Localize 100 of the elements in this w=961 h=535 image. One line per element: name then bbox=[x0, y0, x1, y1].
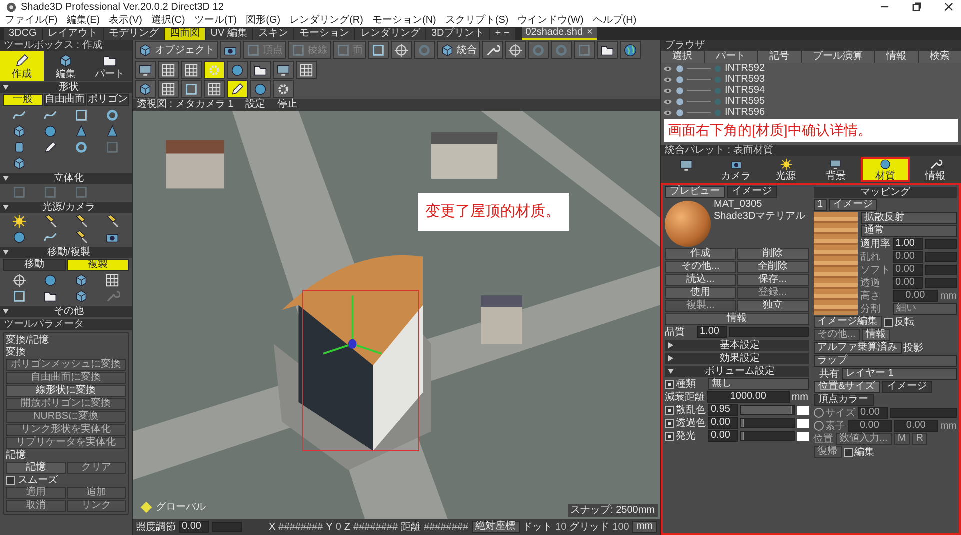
cube-icon[interactable] bbox=[74, 273, 89, 288]
info-button[interactable]: 情報 bbox=[665, 313, 808, 325]
toolbar-button[interactable] bbox=[135, 61, 156, 79]
sphere-icon[interactable] bbox=[12, 230, 27, 245]
cube-icon[interactable] bbox=[74, 289, 89, 304]
toolbar-button[interactable] bbox=[250, 61, 271, 79]
material-button[interactable]: 保存... bbox=[737, 274, 808, 286]
mode-tab[interactable]: モーション bbox=[294, 28, 354, 40]
sub-tab[interactable]: 自由曲面 bbox=[44, 94, 86, 106]
material-button[interactable]: 削除 bbox=[737, 248, 808, 260]
info-button[interactable]: 情報 bbox=[862, 329, 890, 341]
viewport-menu[interactable]: 透視図 : メタカメラ 1 bbox=[137, 99, 234, 111]
material-button[interactable]: その他... bbox=[665, 261, 736, 273]
value-field[interactable]: 0.00 bbox=[848, 420, 892, 432]
position-button[interactable]: 数値入力... bbox=[836, 433, 892, 445]
browser-item[interactable]: INTR594 bbox=[725, 85, 766, 96]
toolbar-button[interactable] bbox=[181, 80, 202, 98]
toolbar-button[interactable]: オブジェクト bbox=[135, 41, 218, 59]
cone-icon[interactable] bbox=[105, 124, 120, 139]
layer-dropdown[interactable]: 1 bbox=[814, 199, 828, 211]
checkbox[interactable] bbox=[884, 318, 892, 326]
restore-icon[interactable] bbox=[911, 1, 923, 13]
ring-icon[interactable] bbox=[74, 140, 89, 155]
toolbar-button[interactable] bbox=[296, 61, 317, 79]
mapping-tab[interactable]: 頂点カラー bbox=[814, 394, 874, 406]
browser-column-button[interactable]: ブール演算 bbox=[802, 51, 874, 63]
lamp-icon[interactable] bbox=[105, 214, 120, 229]
slider-track[interactable] bbox=[890, 408, 957, 418]
color-swatch[interactable] bbox=[796, 406, 808, 414]
toolbox-tab[interactable]: 編集 bbox=[44, 51, 88, 81]
section-header[interactable]: 立体化 bbox=[0, 173, 132, 184]
layer-type-dropdown[interactable]: イメージ bbox=[829, 199, 878, 211]
mode-tab[interactable]: スキン bbox=[253, 28, 294, 40]
toolbar-button[interactable] bbox=[227, 80, 248, 98]
quality-field[interactable]: 1.00 bbox=[697, 326, 727, 338]
square-icon[interactable] bbox=[74, 108, 89, 123]
section-header[interactable]: その他 bbox=[0, 306, 132, 317]
menu-item[interactable]: ファイル(F) bbox=[5, 15, 58, 26]
viewport-menu[interactable]: 停止 bbox=[278, 99, 298, 111]
projection-dropdown[interactable]: ラップ bbox=[814, 355, 957, 367]
ring-icon[interactable] bbox=[105, 108, 120, 123]
sun-icon[interactable] bbox=[12, 214, 27, 229]
menu-item[interactable]: 図形(G) bbox=[246, 15, 281, 26]
browser-item[interactable]: INTR592 bbox=[725, 63, 766, 74]
material-button[interactable]: 作成 bbox=[665, 248, 736, 260]
status-field[interactable]: 0.00 bbox=[179, 521, 209, 533]
browser-column-button[interactable]: パート bbox=[704, 51, 757, 63]
lamp-icon[interactable] bbox=[43, 214, 58, 229]
toolbar-button[interactable] bbox=[273, 80, 294, 98]
target-icon[interactable] bbox=[12, 273, 27, 288]
sphere-icon[interactable] bbox=[43, 273, 58, 288]
mode-tab[interactable]: レンダリング bbox=[355, 28, 426, 40]
value-field[interactable]: 1.00 bbox=[892, 238, 922, 250]
menu-item[interactable]: 表示(V) bbox=[109, 15, 142, 26]
position-button[interactable]: M bbox=[894, 433, 910, 445]
value-field[interactable]: 0.95 bbox=[708, 404, 738, 416]
menu-item[interactable]: 選択(C) bbox=[151, 15, 186, 26]
mode-tab[interactable]: 3Dプリント bbox=[426, 28, 490, 40]
mode-tab[interactable]: 3DCG bbox=[4, 28, 42, 40]
mapping-tab[interactable]: 位置&サイズ bbox=[814, 381, 880, 393]
toolbar-button[interactable] bbox=[158, 61, 179, 79]
menu-item[interactable]: スクリプト(S) bbox=[445, 15, 509, 26]
mode-tab[interactable]: 四面図 bbox=[164, 28, 205, 40]
material-button[interactable]: 全削除 bbox=[737, 261, 808, 273]
material-button[interactable]: 独立 bbox=[737, 300, 808, 312]
section-header[interactable]: 形状 bbox=[0, 82, 132, 93]
preview-tab[interactable]: イメージ bbox=[727, 186, 777, 198]
checkbox[interactable] bbox=[665, 432, 674, 440]
toolbar-button[interactable] bbox=[620, 41, 641, 59]
checkbox[interactable] bbox=[665, 380, 674, 388]
alpha-dropdown[interactable]: アルファ乗算済み bbox=[814, 342, 902, 354]
sub-tab[interactable]: 複製 bbox=[66, 259, 129, 271]
browser-column-button[interactable]: 記号 bbox=[758, 51, 800, 63]
image-edit-button[interactable]: イメージ編集 bbox=[814, 316, 882, 328]
toolbar-button[interactable] bbox=[368, 41, 389, 59]
toolbar-button[interactable] bbox=[181, 61, 202, 79]
toolbox-tab[interactable]: 作成 bbox=[0, 51, 44, 81]
lamp-icon[interactable] bbox=[74, 230, 89, 245]
mode-tab[interactable]: UV 編集 bbox=[206, 28, 252, 40]
menu-item[interactable]: レンダリング(R) bbox=[290, 15, 364, 26]
section-header[interactable]: ボリューム設定 bbox=[665, 366, 808, 377]
slider-track[interactable] bbox=[212, 522, 242, 532]
value-field[interactable]: 0.00 bbox=[858, 407, 888, 419]
unit-dropdown[interactable]: mm bbox=[632, 521, 657, 533]
checkbox[interactable] bbox=[665, 418, 674, 428]
toolbar-button[interactable] bbox=[204, 80, 225, 98]
memory-button[interactable]: 記憶 bbox=[6, 462, 66, 474]
mapping-tab[interactable]: イメージ bbox=[882, 381, 932, 393]
cube-icon[interactable] bbox=[12, 124, 27, 139]
cube-icon[interactable] bbox=[12, 156, 27, 171]
preview-tab[interactable]: プレビュー bbox=[665, 186, 725, 198]
add-remove-tab-button[interactable]: + − bbox=[490, 28, 515, 40]
toolbox-tab[interactable]: パート bbox=[88, 51, 132, 81]
value-field[interactable]: 0.00 bbox=[708, 417, 738, 429]
value-field[interactable]: 0.00 bbox=[894, 420, 938, 432]
sub-tab[interactable]: ポリゴン bbox=[87, 94, 129, 106]
radio-button[interactable] bbox=[814, 421, 824, 431]
browser-item[interactable]: INTR593 bbox=[725, 74, 766, 85]
sub-tab[interactable]: 一般 bbox=[3, 94, 43, 106]
channel-dropdown[interactable]: 拡散反射 bbox=[860, 212, 957, 224]
